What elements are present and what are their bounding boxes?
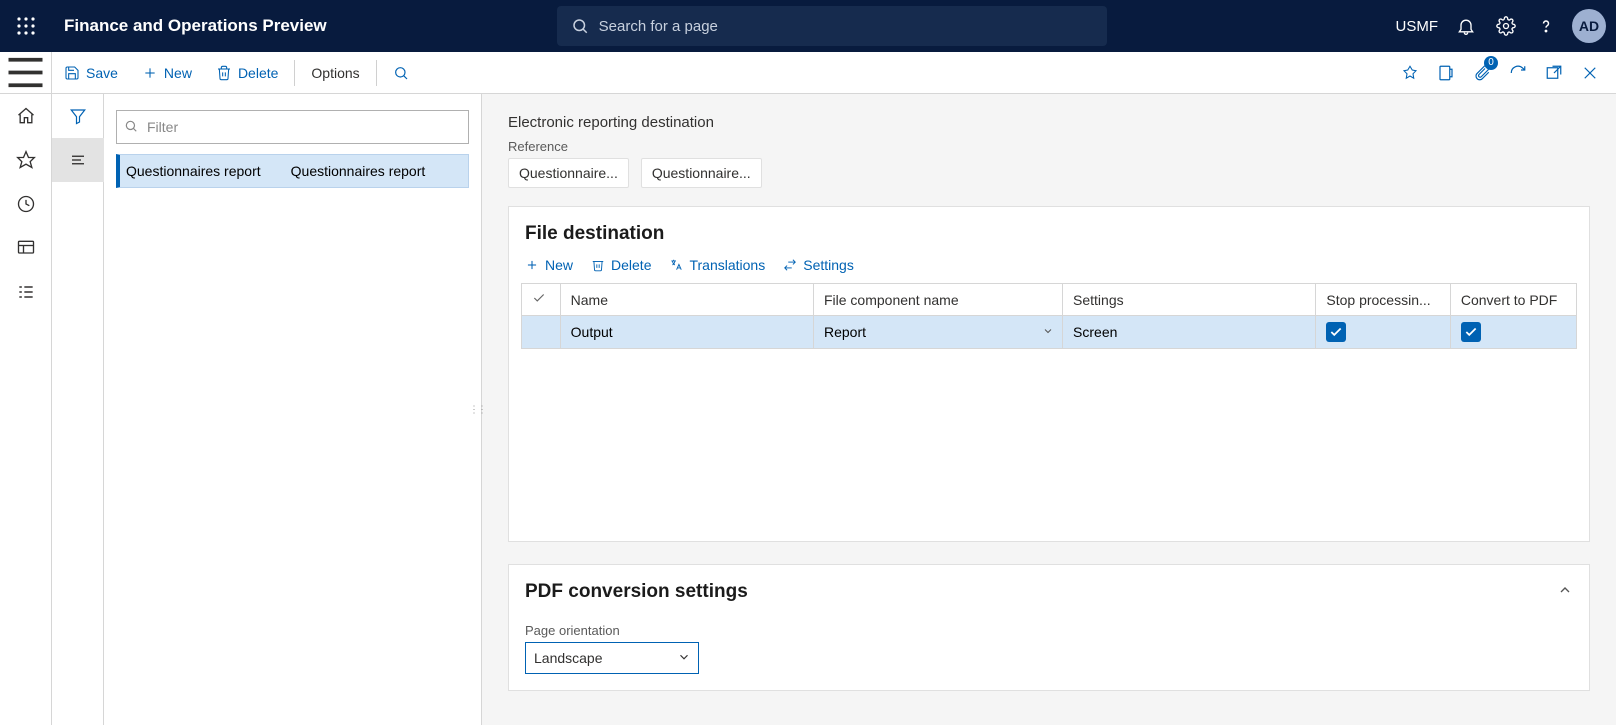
notifications-icon[interactable] (1446, 0, 1486, 52)
check-icon (532, 291, 546, 305)
office-addin-icon[interactable] (1428, 52, 1464, 94)
pdf-settings-card: PDF conversion settings Page orientation… (508, 564, 1590, 691)
list-item-col2: Questionnaires report (291, 163, 426, 179)
list-side-panel (52, 94, 104, 725)
save-icon (64, 65, 80, 81)
chevron-down-icon[interactable] (1042, 324, 1054, 340)
collapse-toggle[interactable] (1557, 582, 1573, 603)
row-select[interactable] (522, 316, 561, 349)
nav-modules-icon[interactable] (0, 270, 52, 314)
global-search[interactable] (557, 6, 1107, 46)
checkbox-checked-icon[interactable] (1461, 322, 1481, 342)
plus-icon (525, 258, 539, 272)
fd-translations-button[interactable]: Translations (669, 257, 765, 273)
swap-icon (783, 258, 797, 272)
new-button[interactable]: New (130, 52, 204, 94)
trash-icon (591, 258, 605, 272)
page-orientation-label: Page orientation (509, 615, 1589, 642)
trash-icon (216, 65, 232, 81)
cell-stop[interactable] (1316, 316, 1450, 349)
cell-pdf[interactable] (1450, 316, 1576, 349)
pdf-settings-title: PDF conversion settings (525, 581, 748, 603)
attachments-icon[interactable]: 0 (1464, 52, 1500, 94)
new-label: New (164, 65, 192, 81)
nav-toggle-icon[interactable] (0, 52, 52, 94)
page-orientation-select[interactable]: Landscape (525, 642, 699, 674)
checkbox-checked-icon[interactable] (1326, 322, 1346, 342)
legal-entity[interactable]: USMF (1396, 18, 1439, 35)
cell-name[interactable]: Output (560, 316, 813, 349)
file-destination-title: File destination (525, 223, 664, 245)
delete-button[interactable]: Delete (204, 52, 290, 94)
app-title: Finance and Operations Preview (52, 16, 327, 36)
nav-home-icon[interactable] (0, 94, 52, 138)
action-bar: Save New Delete Options 0 (0, 52, 1616, 94)
list-item-col1: Questionnaires report (126, 163, 261, 179)
options-label: Options (311, 65, 359, 81)
settings-icon[interactable] (1486, 0, 1526, 52)
table-row[interactable]: Output Report Screen (522, 316, 1577, 349)
plus-icon (142, 65, 158, 81)
main-content: Electronic reporting destination Referen… (482, 94, 1616, 725)
funnel-filter-icon[interactable] (52, 94, 104, 138)
col-pdf[interactable]: Convert to PDF (1450, 284, 1576, 316)
file-destination-grid: Name File component name Settings Stop p… (521, 283, 1577, 349)
top-navbar: Finance and Operations Preview USMF AD (0, 0, 1616, 52)
cell-file-component[interactable]: Report (813, 316, 1062, 349)
fd-delete-button[interactable]: Delete (591, 257, 651, 273)
refresh-icon[interactable] (1500, 52, 1536, 94)
col-settings[interactable]: Settings (1063, 284, 1316, 316)
attachment-badge: 0 (1484, 56, 1498, 70)
page-title: Electronic reporting destination (508, 114, 1590, 131)
reference-label: Reference (508, 139, 1590, 154)
translate-icon (669, 258, 683, 272)
nav-favorites-icon[interactable] (0, 138, 52, 182)
delete-label: Delete (238, 65, 278, 81)
nav-recent-icon[interactable] (0, 182, 52, 226)
col-select[interactable] (522, 284, 561, 316)
col-stop[interactable]: Stop processin... (1316, 284, 1450, 316)
splitter-handle[interactable]: ⋮⋮ (469, 404, 485, 415)
col-name[interactable]: Name (560, 284, 813, 316)
nav-workspaces-icon[interactable] (0, 226, 52, 270)
search-icon (571, 17, 589, 35)
fd-new-button[interactable]: New (525, 257, 573, 273)
help-icon[interactable] (1526, 0, 1566, 52)
left-nav (0, 94, 52, 725)
related-info-icon[interactable] (1392, 52, 1428, 94)
close-icon[interactable] (1572, 52, 1608, 94)
search-icon (124, 119, 138, 133)
search-icon (393, 65, 409, 81)
fd-settings-button[interactable]: Settings (783, 257, 854, 273)
file-destination-card: File destination New Delete Translations (508, 206, 1590, 542)
cell-settings[interactable]: Screen (1063, 316, 1316, 349)
col-file-component[interactable]: File component name (813, 284, 1062, 316)
reference-value-2[interactable]: Questionnaire... (641, 158, 762, 188)
save-label: Save (86, 65, 118, 81)
chevron-up-icon (1557, 582, 1573, 598)
search-input[interactable] (599, 18, 1093, 35)
avatar[interactable]: AD (1572, 9, 1606, 43)
app-launcher-icon[interactable] (0, 0, 52, 52)
options-button[interactable]: Options (299, 52, 371, 94)
list-pane: Questionnaires report Questionnaires rep… (104, 94, 482, 725)
save-button[interactable]: Save (52, 52, 130, 94)
list-view-icon[interactable] (52, 138, 104, 182)
reference-value-1[interactable]: Questionnaire... (508, 158, 629, 188)
popout-icon[interactable] (1536, 52, 1572, 94)
list-item[interactable]: Questionnaires report Questionnaires rep… (116, 154, 469, 188)
list-filter-input[interactable] (116, 110, 469, 144)
find-button[interactable] (381, 52, 421, 94)
